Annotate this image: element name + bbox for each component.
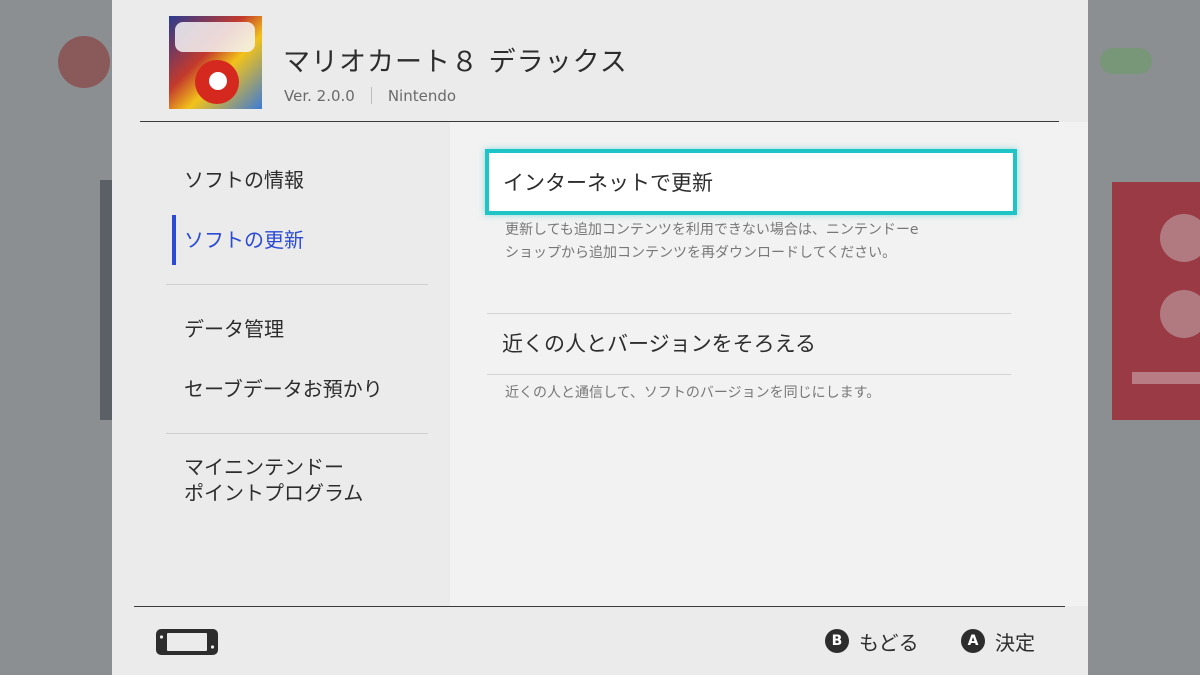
bg-user-icon xyxy=(58,36,110,88)
game-version: Ver. 2.0.0 xyxy=(284,87,355,105)
ok-button[interactable]: A 決定 xyxy=(961,627,1035,655)
description-line: 更新しても追加コンテンツを利用できない場合は、ニンテンドーe xyxy=(505,222,919,238)
sidebar-selection-marker xyxy=(172,215,176,265)
game-meta: Ver. 2.0.0 Nintendo xyxy=(284,87,456,105)
software-options-panel: マリオカート８ デラックス Ver. 2.0.0 Nintendo ソフトの情報 … xyxy=(112,0,1088,675)
boxart-emblem xyxy=(209,72,227,90)
sidebar-item-data-management[interactable]: データ管理 xyxy=(184,316,284,342)
bg-tile-circle xyxy=(1160,214,1200,262)
sidebar-divider xyxy=(166,433,428,434)
a-button-icon: A xyxy=(961,629,985,653)
game-boxart xyxy=(169,16,262,109)
update-via-internet-description: 更新しても追加コンテンツを利用できない場合は、ニンテンドーe ショップから追加コ… xyxy=(505,219,1005,265)
game-title: マリオカート８ デラックス xyxy=(283,47,628,78)
boxart-logo xyxy=(175,22,255,52)
sidebar-item-label-line2: ポイントプログラム xyxy=(184,481,364,505)
game-publisher: Nintendo xyxy=(387,87,457,105)
game-header: マリオカート８ デラックス Ver. 2.0.0 Nintendo xyxy=(112,0,1088,121)
match-version-nearby-description: 近くの人と通信して、ソフトのバージョンを同じにします。 xyxy=(505,385,881,401)
bg-battery-icon xyxy=(1100,48,1152,74)
update-via-internet-label: インターネットで更新 xyxy=(503,171,713,195)
sidebar-item-save-data-cloud[interactable]: セーブデータお預かり xyxy=(184,376,383,402)
update-options: インターネットで更新 更新しても追加コンテンツを利用できない場合は、ニンテンドー… xyxy=(450,122,1088,606)
sidebar-item-my-nintendo[interactable]: マイニンテンドー ポイントプログラム xyxy=(184,454,363,506)
console-icon xyxy=(156,629,218,655)
back-button[interactable]: B もどる xyxy=(825,627,919,655)
description-line: ショップから追加コンテンツを再ダウンロードしてください。 xyxy=(505,245,897,261)
option-divider xyxy=(487,374,1011,375)
sidebar-item-software-info[interactable]: ソフトの情報 xyxy=(184,167,304,193)
option-divider xyxy=(487,313,1011,314)
footer-divider xyxy=(134,606,1065,607)
sidebar-item-label-line1: マイニンテンドー xyxy=(184,455,344,479)
back-label: もどる xyxy=(859,630,919,655)
meta-divider xyxy=(370,87,372,104)
match-version-nearby-button[interactable]: 近くの人とバージョンをそろえる xyxy=(502,328,816,358)
b-button-icon: B xyxy=(825,629,849,653)
update-via-internet-button[interactable]: インターネットで更新 xyxy=(485,149,1017,215)
sidebar-divider xyxy=(166,284,428,285)
ok-label: 決定 xyxy=(995,630,1035,655)
bg-tile-bar xyxy=(1132,372,1200,384)
sidebar-item-software-update[interactable]: ソフトの更新 xyxy=(184,227,304,253)
bg-tile-circle xyxy=(1160,290,1200,338)
sidebar: ソフトの情報 ソフトの更新 データ管理 セーブデータお預かり マイニンテンドー … xyxy=(112,122,450,606)
